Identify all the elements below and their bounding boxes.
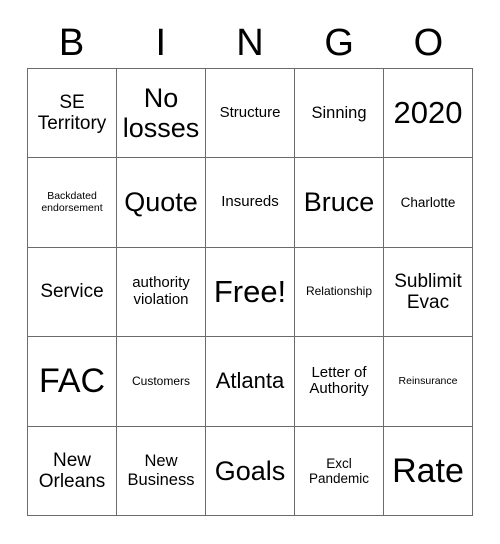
bingo-cell-label: Free! xyxy=(213,273,287,309)
bingo-cell-label: 2020 xyxy=(393,94,463,130)
bingo-cell[interactable]: Sinning xyxy=(295,69,384,159)
bingo-cell[interactable]: Relationship xyxy=(295,247,384,338)
bingo-cell-label: Charlotte xyxy=(400,195,456,211)
bingo-header-letter-o: O xyxy=(413,22,444,64)
bingo-cell-label: Excl Pandemic xyxy=(308,455,370,486)
bingo-cell-label: authority violation xyxy=(132,274,190,308)
bingo-cell-label: Customers xyxy=(131,373,190,388)
bingo-cell[interactable]: Insureds xyxy=(206,158,295,248)
bingo-cell[interactable]: New Business xyxy=(117,426,206,516)
bingo-cell-label: Service xyxy=(40,281,104,303)
bingo-cell-label: Insureds xyxy=(221,193,279,211)
bingo-cell-label: No losses xyxy=(122,82,200,144)
bingo-header-letter-i: I xyxy=(155,22,167,64)
bingo-grid: SE Territory No losses Structure Sinning 202… xyxy=(27,68,473,516)
bingo-cell-label: Relationship xyxy=(305,284,373,299)
bingo-cell[interactable]: Sublimit Evac xyxy=(384,247,473,338)
bingo-cell-label: SE Territory xyxy=(37,91,107,135)
bingo-header-letter-n: N xyxy=(236,22,264,64)
bingo-cell[interactable]: Letter of Authority xyxy=(295,337,384,427)
bingo-cell[interactable]: Quote xyxy=(117,158,206,248)
bingo-cell[interactable]: Atlanta xyxy=(206,337,295,427)
bingo-cell-label: Quote xyxy=(124,187,198,218)
bingo-cell[interactable]: authority violation xyxy=(117,247,206,338)
bingo-cell-label: Bruce xyxy=(303,187,375,218)
bingo-cell[interactable]: Backdated endorsement xyxy=(28,158,117,248)
bingo-cell-label: Letter of Authority xyxy=(309,363,369,398)
bingo-cell[interactable]: Service xyxy=(28,247,117,338)
bingo-cell-label: Goals xyxy=(214,455,286,486)
bingo-cell[interactable]: New Orleans xyxy=(28,426,117,516)
bingo-cell[interactable]: SE Territory xyxy=(28,69,117,159)
bingo-cell-label: Atlanta xyxy=(215,368,285,394)
bingo-header-letter-g: G xyxy=(324,22,354,64)
bingo-cell[interactable]: Structure xyxy=(206,69,295,159)
bingo-cell-label: Structure xyxy=(219,103,281,121)
bingo-card: B I N G O SE Territory No losses Structure… xyxy=(0,0,500,544)
bingo-cell-label: Sinning xyxy=(311,103,367,122)
bingo-cell-label: New Business xyxy=(127,452,195,489)
bingo-cell-label: Reinsurance xyxy=(398,374,458,387)
bingo-cell[interactable]: Customers xyxy=(117,337,206,427)
bingo-cell-label: Backdated endorsement xyxy=(41,189,103,214)
bingo-cell[interactable]: Bruce xyxy=(295,158,384,248)
bingo-cell[interactable]: Rate xyxy=(384,426,473,516)
bingo-cell[interactable]: Free! xyxy=(206,247,295,338)
bingo-cell[interactable]: Excl Pandemic xyxy=(295,426,384,516)
bingo-cell-label: New Orleans xyxy=(38,449,106,492)
bingo-header-letter-b: B xyxy=(58,22,85,64)
bingo-cell[interactable]: FAC xyxy=(28,337,117,427)
bingo-cell[interactable]: 2020 xyxy=(384,69,473,159)
bingo-header-row: B I N G O xyxy=(27,18,473,68)
bingo-cell[interactable]: Goals xyxy=(206,426,295,516)
bingo-cell-label: FAC xyxy=(38,362,106,401)
bingo-cell-label: Rate xyxy=(392,451,464,490)
bingo-cell-label: Sublimit Evac xyxy=(394,270,462,313)
bingo-cell[interactable]: Reinsurance xyxy=(384,337,473,427)
bingo-cell[interactable]: Charlotte xyxy=(384,158,473,248)
bingo-cell[interactable]: No losses xyxy=(117,69,206,159)
